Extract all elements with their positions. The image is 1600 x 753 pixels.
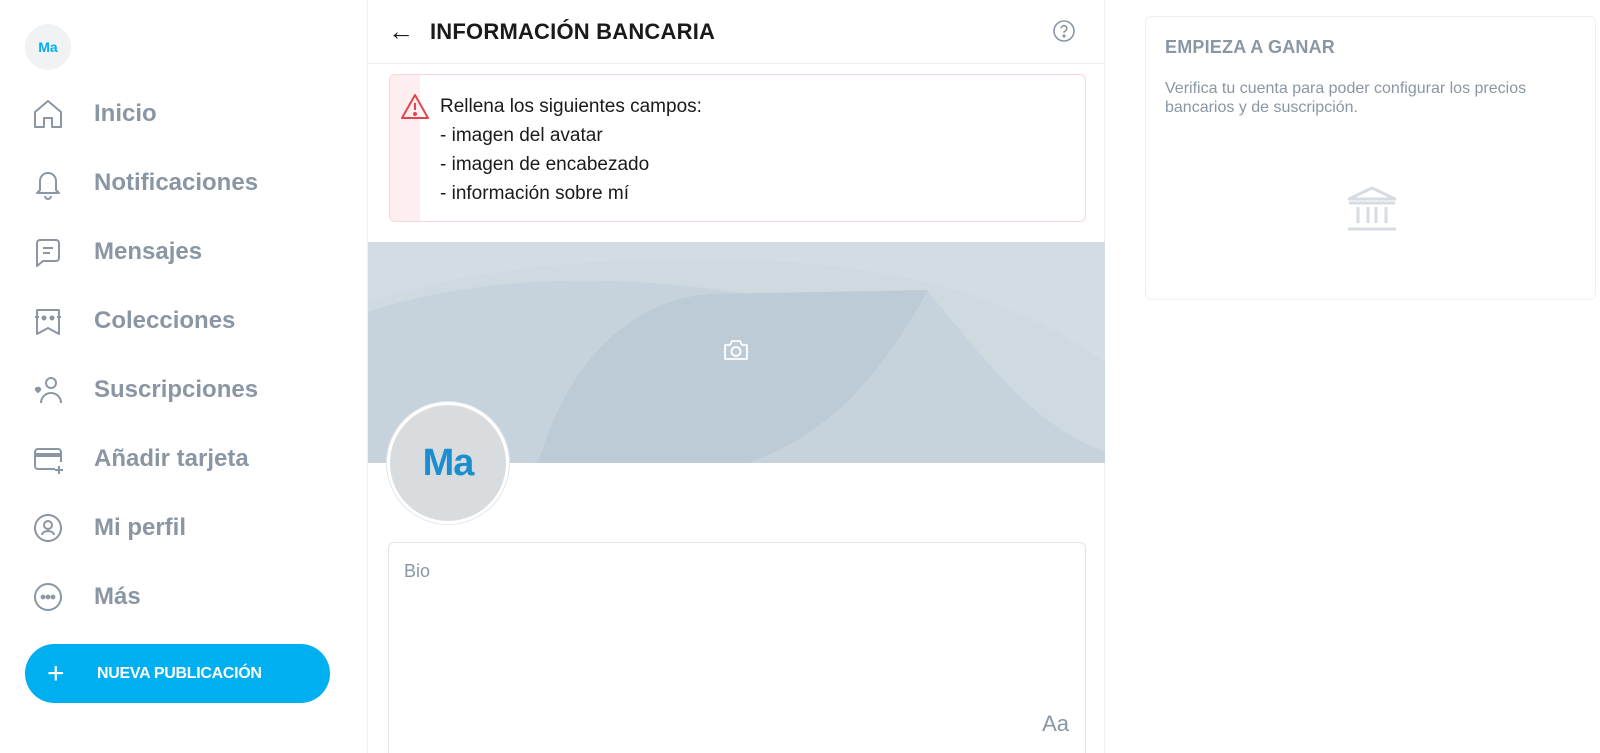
sidebar-item-mas[interactable]: Más [0, 562, 368, 631]
missing-fields-alert: Rellena los siguientes campos: - imagen … [389, 74, 1086, 222]
alert-item: - imagen de encabezado [440, 154, 650, 175]
sidebar-item-label: Suscripciones [94, 375, 259, 403]
bio-field-wrapper: Aa [388, 542, 1086, 753]
more-icon [30, 579, 66, 615]
profile-avatar-upload[interactable]: Ma [387, 402, 509, 524]
camera-icon [722, 338, 750, 367]
sidebar-item-label: Notificaciones [94, 168, 259, 196]
card-description: Verifica tu cuenta para poder configurar… [1165, 80, 1527, 116]
alert-heading: Rellena los siguientes campos: [440, 96, 702, 117]
sidebar: Ma Inicio Notificaciones Mensajes Colecc… [0, 0, 368, 753]
sidebar-item-label: Inicio [94, 99, 157, 127]
profile-icon [30, 510, 66, 546]
sidebar-item-colecciones[interactable]: Colecciones [0, 286, 368, 355]
sidebar-nav: Inicio Notificaciones Mensajes Coleccion… [0, 79, 368, 631]
text-format-button[interactable]: Aa [1042, 711, 1069, 737]
sidebar-item-mi-perfil[interactable]: Mi perfil [0, 493, 368, 562]
page-header: ← INFORMACIÓN BANCARIA [368, 0, 1104, 64]
add-card-icon [30, 441, 66, 477]
app-root: Ma Inicio Notificaciones Mensajes Colecc… [0, 0, 1600, 753]
alert-item: - información sobre mí [440, 183, 630, 204]
start-earning-card: EMPIEZA A GANAR Verifica tu cuenta para … [1145, 16, 1596, 300]
message-icon [30, 234, 66, 270]
sidebar-item-label: Mi perfil [94, 513, 187, 541]
alert-text: Rellena los siguientes campos: - imagen … [440, 92, 702, 208]
back-arrow-icon[interactable]: ← [388, 16, 414, 47]
sidebar-item-mensajes[interactable]: Mensajes [0, 217, 368, 286]
sidebar-item-notificaciones[interactable]: Notificaciones [0, 148, 368, 217]
new-post-label: NUEVA PUBLICACIÓN [97, 664, 262, 682]
main-panel: ← INFORMACIÓN BANCARIA Rellena los sigui… [368, 0, 1105, 753]
sidebar-item-label: Mensajes [94, 237, 203, 265]
home-icon [30, 96, 66, 132]
bio-input[interactable] [404, 561, 1070, 711]
avatar-initials: Ma [422, 441, 475, 484]
sidebar-item-anadir-tarjeta[interactable]: Añadir tarjeta [0, 424, 368, 493]
bank-icon [1345, 185, 1399, 238]
warning-icon [400, 92, 430, 125]
subscriptions-icon [30, 372, 66, 408]
new-post-button[interactable]: + NUEVA PUBLICACIÓN [25, 644, 330, 703]
avatar[interactable]: Ma [25, 24, 71, 70]
sidebar-item-label: Colecciones [94, 306, 236, 334]
sidebar-item-inicio[interactable]: Inicio [0, 79, 368, 148]
sidebar-item-label: Más [94, 582, 141, 610]
sidebar-item-suscripciones[interactable]: Suscripciones [0, 355, 368, 424]
card-title: EMPIEZA A GANAR [1165, 37, 1336, 57]
plus-icon: + [47, 656, 65, 690]
sidebar-item-label: Añadir tarjeta [94, 444, 249, 472]
page-title: INFORMACIÓN BANCARIA [430, 18, 716, 44]
collections-icon [30, 303, 66, 339]
help-icon[interactable] [1052, 19, 1076, 43]
alert-item: - imagen del avatar [440, 125, 603, 146]
bell-icon [30, 165, 66, 201]
